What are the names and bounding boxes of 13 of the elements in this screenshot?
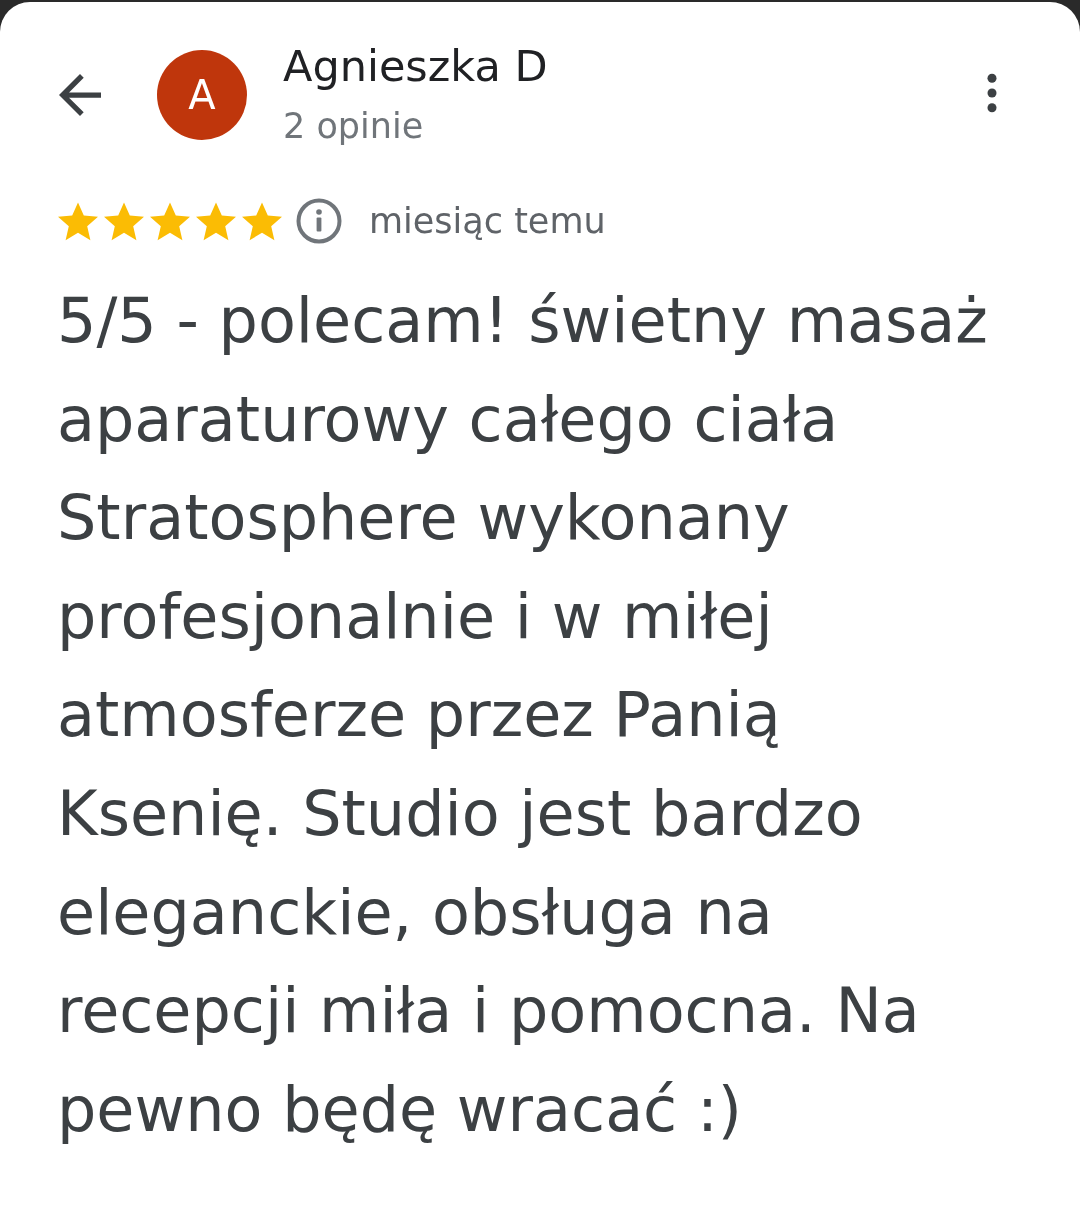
review-count: 2 opinie [283,105,425,148]
avatar: A [157,50,247,140]
star-icon [149,201,191,241]
star-icon [57,201,99,241]
info-icon [296,198,342,244]
star-icon [241,201,283,241]
review-text: 5/5 - polecam! świetny masaż aparaturowy całego ciała Stratosphere wykonany profesjonalnie i w miłej atmosferze przez Panią Ksenię. Studio jest bardzo eleganckie, obsługa na recepcji miła i pomocna. Na pewno będę wracać :) [57,283,989,1148]
review-time: miesiąc temu [369,200,606,243]
back-icon [57,74,103,116]
star-icon [195,201,237,241]
star-icon [103,201,145,241]
reviewer-name: Agnieszka D [283,40,548,92]
back-button[interactable] [57,74,103,116]
